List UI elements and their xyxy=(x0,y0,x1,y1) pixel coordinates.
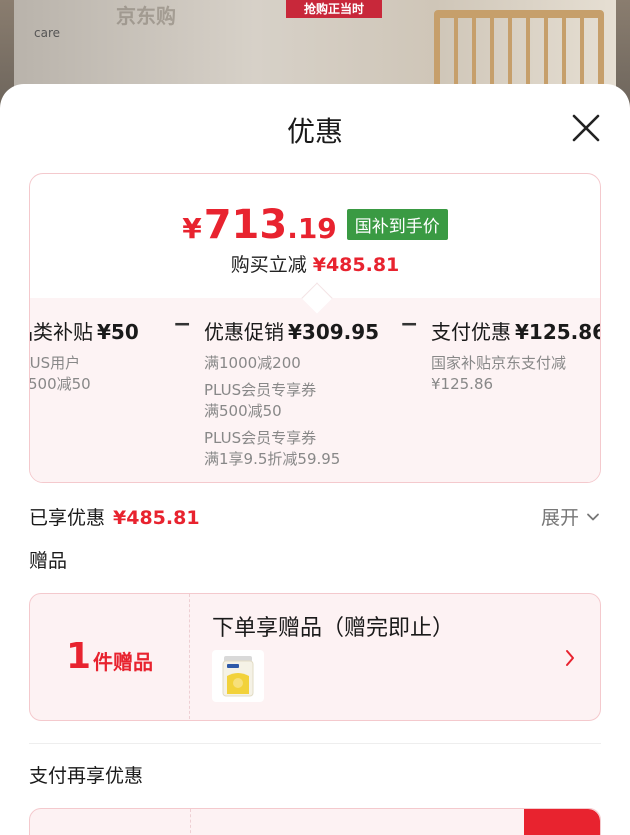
breakdown-detail: PLUS用户 满500减50 xyxy=(29,353,139,395)
breakdown-detail: 满1000减200 xyxy=(204,354,301,372)
expand-label: 展开 xyxy=(540,507,579,529)
price-summary-card: ¥ 713 .19 国补到手价 购买立减¥485.81 品类补贴¥50 PLUS… xyxy=(29,173,601,483)
gift-title: 下单享赠品（赠完即止） xyxy=(212,616,455,641)
gift-count: 1 件赠品 xyxy=(30,594,190,719)
price-currency: ¥ xyxy=(182,212,202,245)
minus-operator: − xyxy=(400,312,419,337)
breakdown-detail: PLUS会员专享券 满1享9.5折减59.95 xyxy=(204,429,341,468)
detail-line: PLUS用户 xyxy=(29,354,81,372)
breakdown-value: ¥50 xyxy=(97,320,139,344)
gift-count-unit: 件赠品 xyxy=(93,650,154,674)
brand-logo: care xyxy=(34,26,61,40)
banner-watermark: 京东购 xyxy=(116,4,176,28)
breakdown-value: ¥125.86 xyxy=(515,320,601,344)
gift-count-number: 1 xyxy=(65,636,92,677)
banner-promo-tag: 抢购正当时 xyxy=(286,0,382,18)
chevron-right-icon xyxy=(562,646,578,674)
gift-section-title: 赠品 xyxy=(29,550,68,572)
payment-section-title: 支付再享优惠 xyxy=(29,765,144,787)
discount-breakdown[interactable]: 品类补贴¥50 PLUS用户 满500减50 − 优惠促销¥309.95 满10… xyxy=(29,312,601,482)
detail-line: 满500减50 xyxy=(29,375,91,393)
reduction-label: 购买立减 xyxy=(230,254,307,276)
breakdown-value: ¥309.95 xyxy=(288,320,380,344)
close-icon xyxy=(572,114,600,142)
minus-operator: − xyxy=(173,312,192,337)
final-price: ¥ 713 .19 国补到手价 xyxy=(30,202,600,248)
price-integer: 713 xyxy=(203,202,288,248)
enjoyed-amount: ¥485.81 xyxy=(113,507,200,529)
breakdown-detail: PLUS会员专享券 满500减50 xyxy=(204,381,317,420)
sheet-title: 优惠 xyxy=(286,115,343,148)
breakdown-item-payment: 支付优惠 ¥125.86 国家补贴京东支付减 ¥125.86 xyxy=(431,316,601,395)
breakdown-label: 支付优惠 xyxy=(431,320,511,344)
enjoyed-discount-row: 已享优惠 ¥485.81 展开 xyxy=(29,503,601,531)
breakdown-item-promotion: 优惠促销 ¥309.95 满1000减200 PLUS会员专享券 满500减50 … xyxy=(204,316,379,470)
breakdown-item-category: 品类补贴¥50 PLUS用户 满500减50 xyxy=(29,316,139,395)
card-divider xyxy=(190,809,191,835)
payment-offer-card[interactable] xyxy=(29,808,601,835)
subsidy-price-badge: 国补到手价 xyxy=(346,209,448,240)
section-divider xyxy=(29,743,601,744)
milk-can-icon xyxy=(222,656,254,697)
breakdown-label: 品类补贴 xyxy=(30,320,93,344)
expand-button[interactable]: 展开 xyxy=(541,503,601,530)
price-decimal: .19 xyxy=(287,212,337,245)
breakdown-detail: 国家补贴京东支付减 ¥125.86 xyxy=(431,354,567,393)
payment-offer-button[interactable] xyxy=(524,809,600,835)
chevron-down-icon xyxy=(587,513,599,520)
enjoyed-label: 已享优惠 xyxy=(29,507,106,529)
reduction-amount: ¥485.81 xyxy=(312,254,400,276)
gift-thumbnail xyxy=(212,650,264,702)
close-button[interactable] xyxy=(566,108,606,148)
purchase-reduction: 购买立减 ¥485.81 xyxy=(30,250,600,277)
gift-card[interactable]: 1 件赠品 下单享赠品（赠完即止） xyxy=(29,593,601,721)
breakdown-label: 优惠促销 xyxy=(204,320,284,344)
